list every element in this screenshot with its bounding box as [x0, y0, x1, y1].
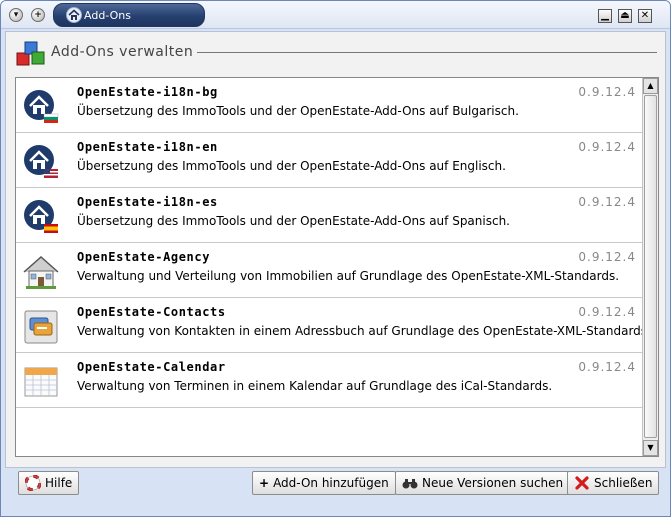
plus-icon: +: [259, 476, 270, 490]
addon-version: 0.9.12.4: [578, 360, 636, 374]
addon-row[interactable]: OpenEstate-i18n-es 0.9.12.4 Übersetzung …: [16, 188, 642, 243]
addon-version: 0.9.12.4: [578, 195, 636, 209]
home-bg-flag-icon: [24, 90, 59, 123]
addon-row[interactable]: OpenEstate-Contacts 0.9.12.4 Verwaltung …: [16, 298, 651, 353]
scrollbar-thumb[interactable]: [644, 95, 657, 438]
addon-name: OpenEstate-Agency: [77, 250, 211, 264]
addon-name: OpenEstate-Calendar: [77, 360, 226, 374]
house-icon: [23, 255, 59, 289]
pin-icon[interactable]: +: [31, 8, 45, 22]
addon-version: 0.9.12.4: [578, 250, 636, 264]
close-window-button[interactable]: ✕: [638, 9, 652, 23]
addons-blocks-icon: [16, 41, 45, 66]
addon-description: Verwaltung und Verteilung von Immobilien…: [77, 269, 620, 283]
scroll-up-arrow-icon[interactable]: ▲: [643, 78, 658, 94]
addon-name: OpenEstate-i18n-es: [77, 195, 218, 209]
addon-version: 0.9.12.4: [578, 140, 636, 154]
minimize-button[interactable]: ▁: [598, 9, 612, 23]
addon-name: OpenEstate-Contacts: [77, 305, 226, 319]
addon-description: Übersetzung des ImmoTools und der OpenEs…: [77, 104, 519, 118]
content-panel: Add-Ons verwalten OpenEstate-i18n-bg 0.9…: [5, 31, 666, 468]
addon-row[interactable]: OpenEstate-i18n-bg 0.9.12.4 Übersetzung …: [16, 78, 642, 133]
addon-list[interactable]: OpenEstate-i18n-bg 0.9.12.4 Übersetzung …: [15, 77, 659, 457]
title-bar[interactable]: ▾ + Add-Ons ▁ ⏏ ✕: [1, 1, 670, 29]
addon-row[interactable]: OpenEstate-Agency 0.9.12.4 Verwaltung un…: [16, 243, 642, 298]
addon-description: Verwaltung von Terminen in einem Kalenda…: [77, 379, 553, 393]
address-book-icon: [24, 310, 58, 344]
search-updates-button[interactable]: Neue Versionen suchen: [395, 471, 571, 495]
addon-version: 0.9.12.4: [578, 305, 636, 319]
addon-description: Übersetzung des ImmoTools und der OpenEs…: [77, 214, 510, 228]
addon-description: Übersetzung des ImmoTools und der OpenEs…: [77, 159, 506, 173]
window-menu-icon[interactable]: ▾: [9, 8, 23, 22]
scroll-down-arrow-icon[interactable]: ▼: [643, 440, 658, 456]
addon-row[interactable]: OpenEstate-Calendar 0.9.12.4 Verwaltung …: [16, 353, 642, 408]
home-icon: [66, 7, 82, 23]
home-us-flag-icon: [24, 145, 58, 178]
addon-row[interactable]: OpenEstate-i18n-en 0.9.12.4 Übersetzung …: [16, 133, 642, 188]
addons-window: ▾ + Add-Ons ▁ ⏏ ✕ Add-Ons verwalten Open…: [0, 0, 671, 517]
vertical-scrollbar[interactable]: ▲ ▼: [642, 78, 658, 456]
home-es-flag-icon: [24, 200, 58, 233]
help-button[interactable]: Hilfe: [18, 471, 80, 495]
calendar-icon: [24, 367, 58, 397]
help-label: Hilfe: [45, 476, 73, 490]
binoculars-icon: [402, 479, 418, 489]
addon-name: OpenEstate-i18n-en: [77, 140, 218, 154]
close-button[interactable]: Schließen: [567, 471, 660, 495]
addon-description: Verwaltung von Kontakten in einem Adress…: [77, 324, 651, 338]
add-addon-button[interactable]: + Add-On hinzufügen: [252, 471, 396, 495]
add-addon-label: Add-On hinzufügen: [273, 476, 389, 490]
maximize-button[interactable]: ⏏: [618, 9, 632, 23]
heading-divider: [194, 52, 657, 53]
addon-version: 0.9.12.4: [578, 85, 636, 99]
heading-row: Add-Ons verwalten: [14, 38, 657, 66]
window-title: Add-Ons: [84, 8, 131, 22]
page-title: Add-Ons verwalten: [51, 44, 198, 60]
close-label: Schließen: [594, 476, 653, 490]
lifebuoy-icon: [25, 475, 41, 491]
window-title-tab: Add-Ons: [53, 3, 205, 27]
search-updates-label: Neue Versionen suchen: [422, 476, 564, 490]
addon-name: OpenEstate-i18n-bg: [77, 85, 218, 99]
red-x-icon: [575, 476, 589, 490]
